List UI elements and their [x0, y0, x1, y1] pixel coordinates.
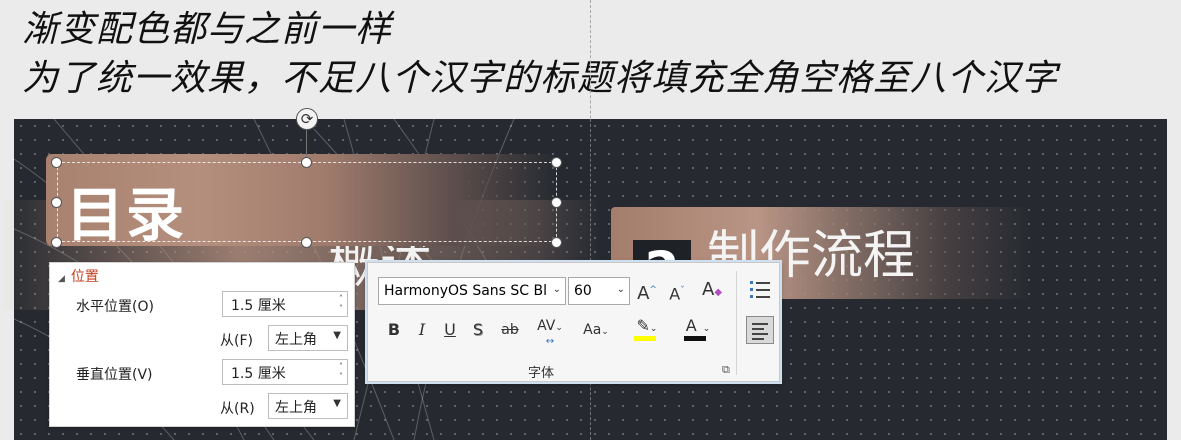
resize-handle-top-right[interactable] — [551, 157, 562, 168]
vertical-from-value: 左上角 — [275, 400, 317, 416]
collapse-triangle-icon[interactable]: ◢ — [58, 274, 65, 284]
bullets-icon[interactable] — [750, 279, 774, 301]
position-header-label: 位置 — [70, 269, 99, 285]
character-spacing-icon[interactable]: AV⌄ ↔ — [530, 315, 570, 363]
resize-handle-top-left[interactable] — [51, 157, 62, 168]
font-group-label: 字体 — [528, 366, 555, 381]
chevron-down-icon: ▼ — [333, 330, 341, 341]
font-name-value: HarmonyOS Sans SC Bla — [384, 283, 546, 299]
vertical-position-value: 1.5 厘米 — [231, 366, 286, 382]
strikethrough-icon[interactable]: ab — [498, 319, 522, 341]
caption-line-2: 为了统一效果，不足八个汉字的标题将填充全角空格至八个汉字 — [22, 58, 1059, 99]
font-size-value: 60 — [574, 283, 592, 299]
spinner-arrows-icon[interactable]: ˄ ˅ — [339, 362, 343, 382]
resize-handle-left[interactable] — [51, 197, 62, 208]
horizontal-position-input[interactable]: 1.5 厘米 ˄ ˅ — [222, 291, 348, 317]
chevron-down-icon: ⌄ — [552, 284, 561, 295]
chevron-down-icon: ▼ — [333, 398, 341, 409]
align-left-icon[interactable] — [746, 316, 774, 344]
resize-handle-bottom-right[interactable] — [551, 237, 562, 248]
horizontal-position-label: 水平位置(O) — [76, 299, 154, 315]
clear-formatting-icon[interactable]: A◆ — [700, 279, 724, 304]
position-header[interactable]: ◢ 位置 — [58, 266, 99, 286]
vertical-position-label: 垂直位置(V) — [76, 367, 153, 383]
mini-font-toolbar: HarmonyOS Sans SC Bla ⌄ 60 ⌄ A^ Aˇ A◆ B … — [367, 262, 780, 382]
underline-icon[interactable]: U — [440, 319, 460, 341]
resize-handle-top[interactable] — [301, 157, 312, 168]
font-color-swatch — [684, 336, 706, 341]
caption-line-1: 渐变配色都与之前一样 — [22, 9, 393, 50]
font-size-dropdown[interactable]: 60 ⌄ — [568, 277, 630, 305]
resize-handle-bottom[interactable] — [301, 237, 312, 248]
vertical-from-label: 从(R) — [220, 401, 255, 417]
shrink-font-icon[interactable]: Aˇ — [666, 280, 688, 305]
chevron-down-icon: ⌄ — [616, 284, 625, 295]
spinner-arrows-icon[interactable]: ˄ ˅ — [339, 294, 343, 314]
text-shadow-icon[interactable]: S — [468, 319, 488, 341]
horizontal-position-value: 1.5 厘米 — [231, 298, 286, 314]
font-name-dropdown[interactable]: HarmonyOS Sans SC Bla ⌄ — [378, 277, 566, 305]
horizontal-from-label: 从(F) — [220, 333, 253, 349]
resize-handle-bottom-left[interactable] — [51, 237, 62, 248]
rotate-handle-icon[interactable]: ⟳ — [296, 108, 318, 130]
change-case-icon[interactable]: Aa⌄ — [578, 319, 614, 343]
grow-font-icon[interactable]: A^ — [636, 279, 658, 305]
horizontal-from-value: 左上角 — [275, 332, 317, 348]
resize-handle-right[interactable] — [551, 197, 562, 208]
vertical-from-dropdown[interactable]: 左上角 ▼ — [268, 393, 348, 419]
bold-icon[interactable]: B — [384, 319, 404, 341]
dialog-launcher-icon[interactable]: ⧉ — [722, 363, 730, 377]
highlight-color-swatch — [634, 336, 656, 341]
selection-frame — [57, 162, 557, 242]
vertical-position-input[interactable]: 1.5 厘米 ˄ ˅ — [222, 359, 348, 385]
italic-icon[interactable]: I — [412, 319, 432, 341]
horizontal-from-dropdown[interactable]: 左上角 ▼ — [268, 325, 348, 351]
position-panel: ◢ 位置 水平位置(O) 1.5 厘米 ˄ ˅ 从(F) 左上角 ▼ 垂直位置(V)… — [49, 262, 355, 427]
toolbar-separator — [736, 271, 737, 375]
